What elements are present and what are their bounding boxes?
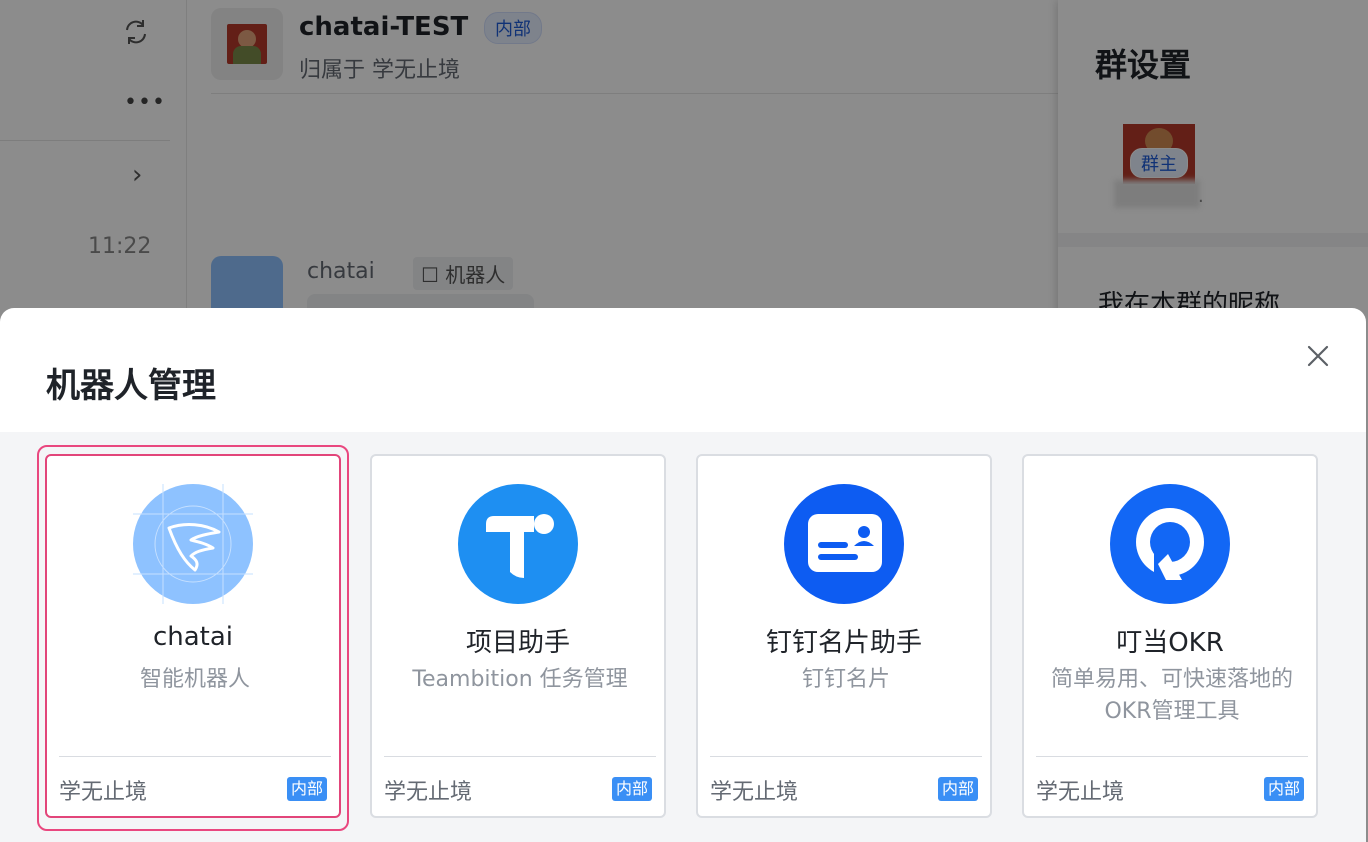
- internal-badge: 内部: [286, 777, 327, 801]
- close-icon[interactable]: [1300, 338, 1336, 374]
- robot-org: 学无止境: [1036, 780, 1125, 805]
- robot-card-business-card[interactable]: 钉钉名片助手 钉钉名片 学无止境 内部: [696, 454, 992, 818]
- okr-logo-icon: [1110, 484, 1230, 604]
- robot-description: 智能机器人: [139, 667, 250, 692]
- internal-badge: 内部: [937, 777, 978, 801]
- internal-badge: 内部: [1263, 777, 1304, 801]
- robot-name: 项目助手: [465, 628, 570, 658]
- robot-card-grid: chatai 智能机器人 学无止境 内部 项目助手 Teambition 任务管…: [0, 432, 1366, 842]
- robot-name: 钉钉名片助手: [765, 628, 922, 658]
- robot-card-chatai[interactable]: chatai 智能机器人 学无止境 内部: [45, 454, 341, 818]
- robot-org: 学无止境: [59, 780, 148, 805]
- divider: [59, 756, 331, 757]
- divider: [1036, 756, 1308, 757]
- internal-badge: 内部: [611, 777, 652, 801]
- robot-card-project-assistant[interactable]: 项目助手 Teambition 任务管理 学无止境 内部: [370, 454, 666, 818]
- chatai-logo-icon: [133, 484, 253, 604]
- divider: [710, 756, 982, 757]
- robot-description: 简单易用、可快速落地的OKR管理工具: [1050, 667, 1293, 724]
- robot-management-modal: 机器人管理 chatai 智能机器人 学无止境 内部 项目助手 Teambiti…: [0, 308, 1366, 842]
- divider: [384, 756, 656, 757]
- modal-title: 机器人管理: [46, 366, 216, 406]
- robot-org: 学无止境: [384, 780, 473, 805]
- robot-org: 学无止境: [710, 780, 799, 805]
- robot-name: 叮当OKR: [1116, 628, 1224, 658]
- robot-description: Teambition 任务管理: [412, 667, 628, 692]
- robot-name: chatai: [152, 622, 234, 652]
- robot-card-okr[interactable]: 叮当OKR 简单易用、可快速落地的OKR管理工具 学无止境 内部: [1022, 454, 1318, 818]
- business-card-icon: [784, 484, 904, 604]
- robot-description: 钉钉名片: [801, 667, 890, 692]
- teambition-logo-icon: [458, 484, 578, 604]
